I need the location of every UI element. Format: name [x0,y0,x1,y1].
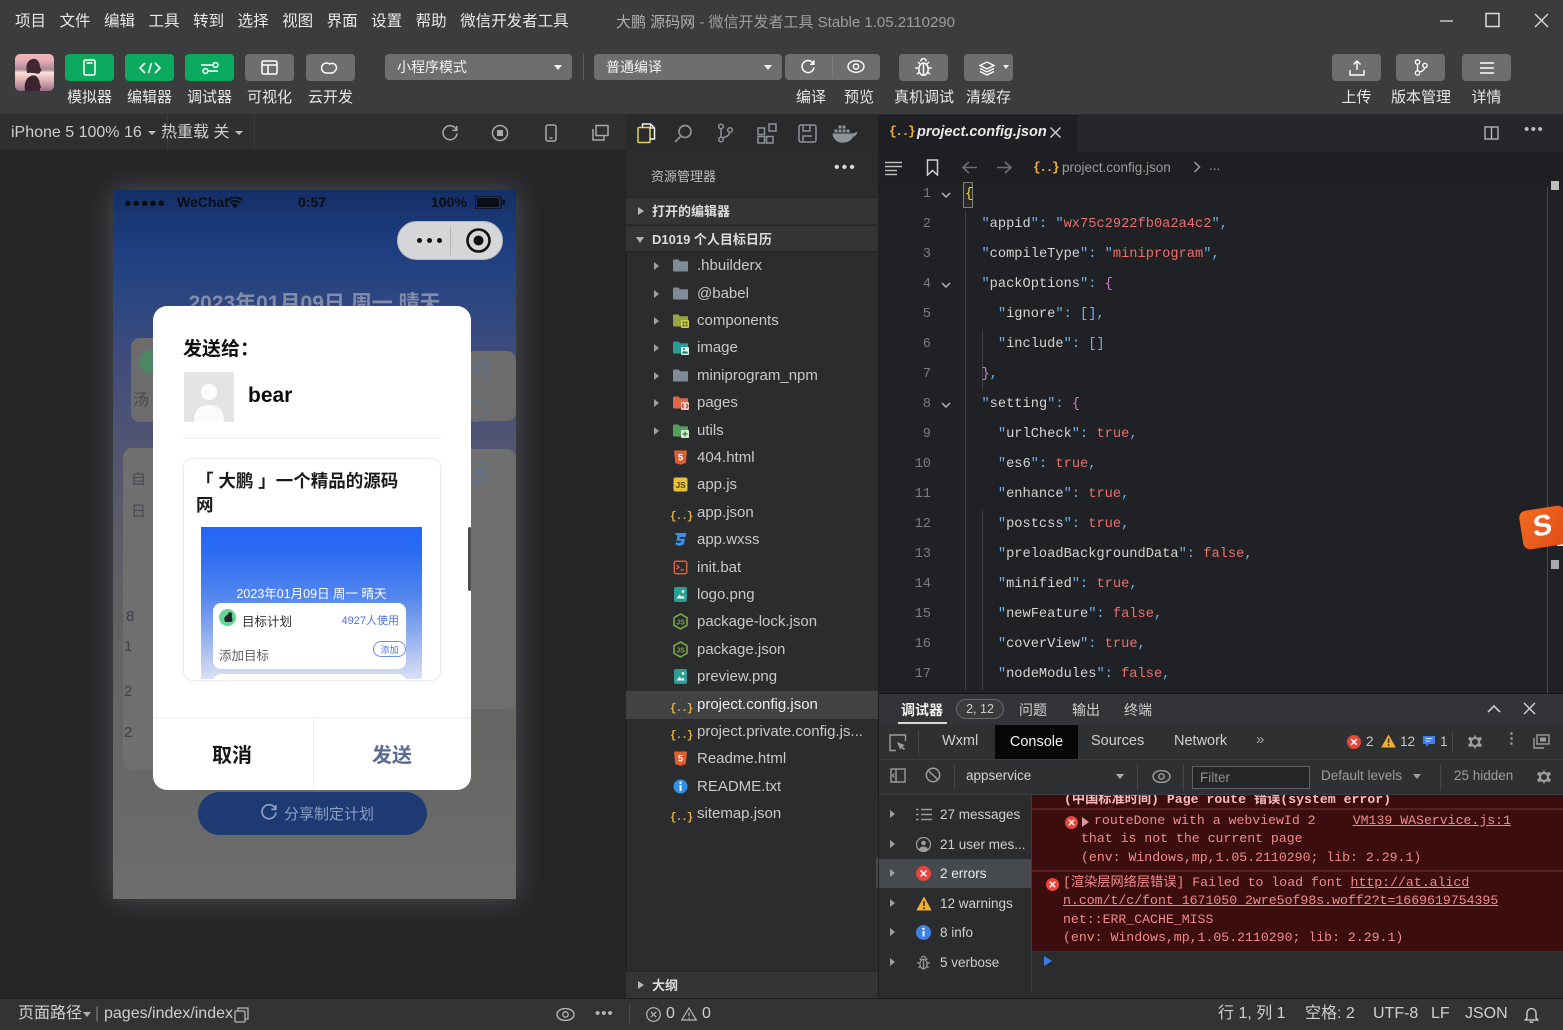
svg-text:5: 5 [678,453,683,463]
svg-text:JS: JS [676,620,685,627]
svg-text:5: 5 [678,754,683,764]
svg-text:JS: JS [676,481,686,490]
svg-text:JS: JS [676,647,685,654]
